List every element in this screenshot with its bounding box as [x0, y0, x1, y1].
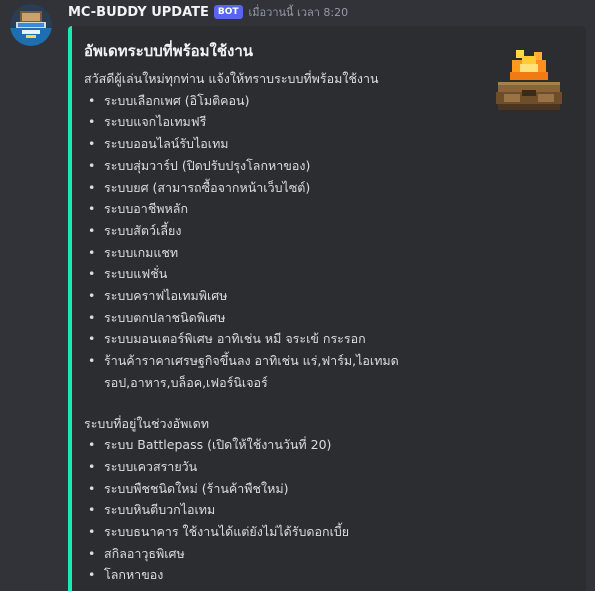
- embed-title: อัพเดทระบบที่พร้อมใช้งาน: [84, 42, 254, 60]
- list-item: ระบบออนไลน์รับไอเทม: [84, 133, 484, 155]
- list-item: ระบบคราฟไอเทมพิเศษ: [84, 285, 484, 307]
- campfire-icon[interactable]: [494, 46, 564, 116]
- intro-text: สวัสดีผู้เล่นใหม่ทุกท่าน แจ้งให้ทราบระบบ…: [84, 71, 379, 86]
- list-item: ระบบเควสรายวัน: [84, 456, 484, 478]
- message-header: MC-BUDDY UPDATE BOT เมื่อวานนี้ เวลา 8:2…: [68, 2, 348, 22]
- bot-avatar[interactable]: [10, 4, 52, 46]
- list-item: ระบบแจกไอเทมฟรี: [84, 111, 484, 133]
- list-item: ระบบหินตีบวกไอเทม: [84, 499, 484, 521]
- chat-message: MC-BUDDY UPDATE BOT เมื่อวานนี้ เวลา 8:2…: [0, 0, 595, 591]
- list-item: ระบบพืชชนิดใหม่ (ร้านค้าพืชใหม่): [84, 478, 484, 500]
- update-embed: อัพเดทระบบที่พร้อมใช้งาน สวัสดีผู้เล่นให…: [68, 26, 586, 591]
- list-item: ระบบแฟชั่น: [84, 263, 484, 285]
- author-username[interactable]: MC-BUDDY UPDATE: [68, 5, 209, 20]
- avatar-logo-icon: [10, 4, 52, 46]
- list-item: ระบบยศ (สามารถซื้อจากหน้าเว็บไซต์): [84, 177, 484, 199]
- list-item: สกิลอาวุธพิเศษ: [84, 543, 484, 565]
- list-item: ระบบเลือกเพศ (อิโมติคอน): [84, 90, 484, 112]
- message-timestamp[interactable]: เมื่อวานนี้ เวลา 8:20: [249, 3, 349, 21]
- list-item: ระบบเกมแชท: [84, 242, 484, 264]
- list-item: ระบบสัตว์เลี้ยง: [84, 220, 484, 242]
- list-item: ระบบอาชีพหลัก: [84, 198, 484, 220]
- upcoming-systems-list: ระบบ Battlepass (เปิดให้ใช้งานวันที่ 20)…: [84, 434, 484, 586]
- list-item: โลกหาของ: [84, 564, 484, 586]
- list-item: ระบบมอนเตอร์พิเศษ อาทิเช่น หมี จระเข้ กร…: [84, 328, 484, 350]
- embed-description: สวัสดีผู้เล่นใหม่ทุกท่าน แจ้งให้ทราบระบบ…: [84, 68, 484, 586]
- list-item: ระบบสุ่มวาร์ป (ปิดปรับปรุงโลกหาของ): [84, 155, 484, 177]
- ready-systems-list: ระบบเลือกเพศ (อิโมติคอน) ระบบแจกไอเทมฟรี…: [84, 90, 484, 394]
- bot-badge: BOT: [213, 5, 243, 19]
- upcoming-heading: ระบบที่อยู่ในช่วงอัพเดท: [84, 415, 209, 431]
- list-item: ระบบธนาคาร ใช้งานได้แต่ยังไม่ได้รับดอกเบ…: [84, 521, 484, 543]
- list-item: ระบบ Battlepass (เปิดให้ใช้งานวันที่ 20): [84, 434, 484, 456]
- list-item: ระบบตกปลาชนิดพิเศษ: [84, 307, 484, 329]
- list-item: ร้านค้าราคาเศรษฐกิจขึ้นลง อาทิเช่น แร่,ฟ…: [84, 350, 404, 393]
